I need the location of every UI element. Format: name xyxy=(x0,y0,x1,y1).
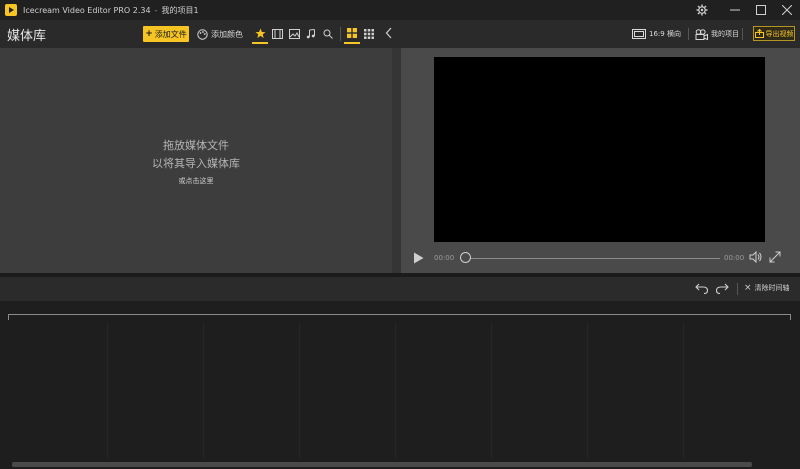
timeline-gridline xyxy=(299,323,300,459)
current-time: 00:00 xyxy=(434,254,455,262)
click-here-link[interactable]: 或点击这里 xyxy=(0,176,392,186)
aspect-ratio-button[interactable]: 16:9 横向 xyxy=(632,26,681,42)
timeline-gridline xyxy=(683,323,684,459)
export-label: 导出视频 xyxy=(765,29,794,38)
app-logo-icon xyxy=(5,4,17,16)
small-grid-view-icon[interactable] xyxy=(361,24,377,44)
aspect-ratio-label: 16:9 横向 xyxy=(649,30,681,38)
play-icon[interactable] xyxy=(413,252,424,267)
seek-bar[interactable] xyxy=(463,258,720,259)
media-library-panel: 媒体库 + 添加文件 添加颜色 拖放媒体文件 以将其导入媒体库 或点击这里 xyxy=(0,20,401,273)
toolbar-divider xyxy=(340,27,341,41)
palette-icon xyxy=(197,28,208,40)
timeline-gridline xyxy=(203,323,204,459)
library-header: 媒体库 + 添加文件 添加颜色 xyxy=(0,20,401,48)
preview-header: 16:9 横向 我的项目 导出视频 xyxy=(401,20,800,48)
window-controls xyxy=(692,0,800,20)
timeline-area[interactable] xyxy=(0,301,800,469)
timeline-gridline xyxy=(107,323,108,459)
timeline-gridline xyxy=(491,323,492,459)
timeline-gridline xyxy=(587,323,588,459)
fullscreen-icon[interactable] xyxy=(769,251,781,266)
clear-x-icon: × xyxy=(744,283,752,293)
timeline-ruler[interactable] xyxy=(8,314,791,320)
maximize-icon[interactable] xyxy=(748,0,774,20)
add-color-button[interactable]: 添加颜色 xyxy=(197,26,243,42)
library-title: 媒体库 xyxy=(7,28,47,44)
media-filter-bar xyxy=(252,24,378,44)
redo-icon[interactable] xyxy=(715,282,729,297)
close-icon[interactable] xyxy=(774,0,800,20)
header-divider xyxy=(742,28,743,40)
chevron-left-icon[interactable] xyxy=(385,27,393,42)
export-video-button[interactable]: 导出视频 xyxy=(753,26,795,41)
player-controls: 00:00 00:00 xyxy=(401,248,800,268)
aspect-ratio-icon xyxy=(632,29,646,39)
export-icon xyxy=(754,29,764,38)
project-label: 我的项目 xyxy=(711,30,739,38)
preview-panel: 16:9 横向 我的项目 导出视频 00:00 00:00 xyxy=(401,20,800,273)
settings-gear-icon[interactable] xyxy=(692,0,712,20)
library-scrollbar[interactable] xyxy=(392,48,401,273)
large-grid-view-icon[interactable] xyxy=(344,24,360,44)
project-name: 我的项目1 xyxy=(161,5,199,15)
header-divider xyxy=(688,28,689,40)
favorites-star-icon[interactable] xyxy=(252,24,268,44)
video-preview[interactable] xyxy=(434,57,765,242)
plus-icon: + xyxy=(145,29,153,39)
toolbar-divider xyxy=(737,283,738,295)
project-settings-button[interactable]: 我的项目 xyxy=(695,26,739,42)
audio-filter-icon[interactable] xyxy=(303,24,319,44)
title-bar: Icecream Video Editor PRO 2.34 - 我的项目1 xyxy=(0,0,800,20)
image-filter-icon[interactable] xyxy=(286,24,302,44)
media-drop-zone[interactable]: 拖放媒体文件 以将其导入媒体库 或点击这里 xyxy=(0,48,392,273)
seek-handle[interactable] xyxy=(460,252,471,263)
volume-icon[interactable] xyxy=(749,250,763,266)
minimize-icon[interactable] xyxy=(722,0,748,20)
timeline-scrollbar[interactable] xyxy=(12,462,752,467)
add-file-label: 添加文件 xyxy=(154,29,187,39)
total-time: 00:00 xyxy=(724,254,745,262)
app-title: Icecream Video Editor PRO 2.34 xyxy=(23,5,151,15)
title-separator: - xyxy=(154,5,158,15)
undo-icon[interactable] xyxy=(695,282,709,297)
add-color-label: 添加颜色 xyxy=(211,29,243,39)
add-file-button[interactable]: + 添加文件 xyxy=(143,26,189,42)
search-icon[interactable] xyxy=(320,24,336,44)
drop-hint-line2: 以将其导入媒体库 xyxy=(152,157,240,170)
video-filter-icon[interactable] xyxy=(269,24,285,44)
clear-timeline-button[interactable]: × 清除时间轴 xyxy=(744,283,790,293)
timeline-toolbar: × 清除时间轴 xyxy=(0,277,800,301)
timeline-gridline xyxy=(395,323,396,459)
clear-timeline-label: 清除时间轴 xyxy=(754,284,790,292)
drop-hint-line1: 拖放媒体文件 xyxy=(163,139,229,152)
camera-icon xyxy=(695,28,708,40)
